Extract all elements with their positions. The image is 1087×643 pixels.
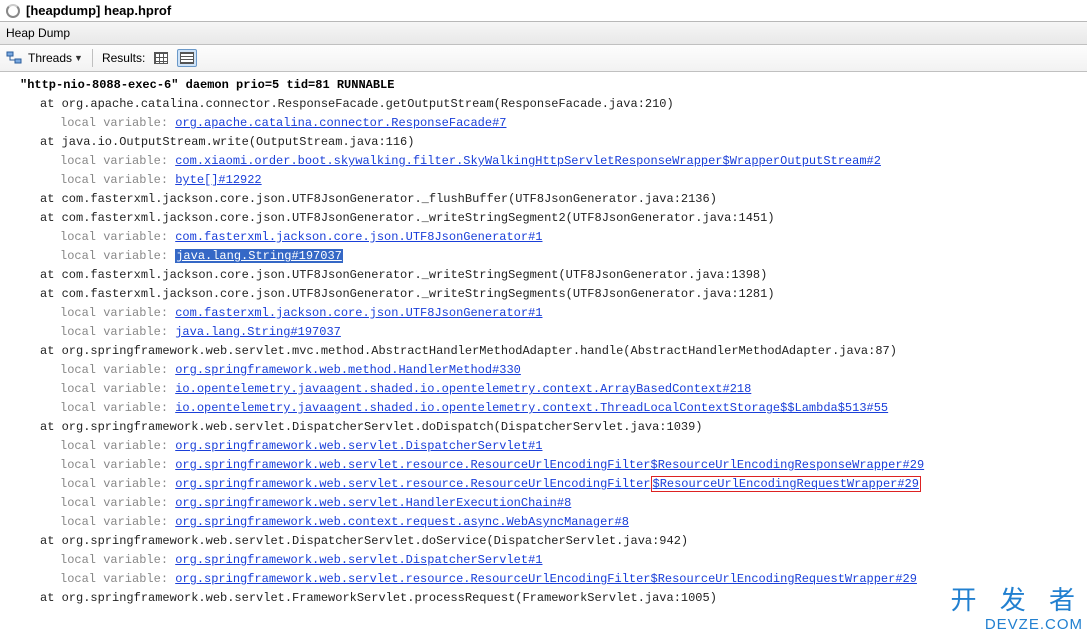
- local-variable: local variable: com.fasterxml.jackson.co…: [10, 304, 1077, 323]
- local-variable-label: local variable:: [60, 496, 175, 510]
- object-link[interactable]: java.lang.String#197037: [175, 325, 341, 339]
- threads-label: Threads: [28, 51, 72, 65]
- object-link[interactable]: org.springframework.web.servlet.resource…: [175, 458, 924, 472]
- local-variable-label: local variable:: [60, 401, 175, 415]
- heapdump-icon: [6, 4, 20, 18]
- local-variable: local variable: org.springframework.web.…: [10, 437, 1077, 456]
- results-label: Results:: [102, 51, 145, 65]
- local-variable: local variable: byte[]#12922: [10, 171, 1077, 190]
- local-variable: local variable: org.springframework.web.…: [10, 475, 1077, 494]
- local-variable-label: local variable:: [60, 363, 175, 377]
- local-variable: local variable: org.springframework.web.…: [10, 570, 1077, 589]
- object-link[interactable]: io.opentelemetry.javaagent.shaded.io.ope…: [175, 382, 751, 396]
- object-link[interactable]: org.springframework.web.context.request.…: [175, 515, 629, 529]
- local-variable: local variable: io.opentelemetry.javaage…: [10, 380, 1077, 399]
- object-link[interactable]: org.springframework.web.servlet.Dispatch…: [175, 553, 542, 567]
- stack-frame: at com.fasterxml.jackson.core.json.UTF8J…: [10, 190, 1077, 209]
- stack-trace-pane: "http-nio-8088-exec-6" daemon prio=5 tid…: [0, 72, 1087, 638]
- view-grid-button[interactable]: [151, 49, 171, 67]
- local-variable-label: local variable:: [60, 477, 175, 491]
- local-variable-label: local variable:: [60, 439, 175, 453]
- local-variable-label: local variable:: [60, 572, 175, 586]
- local-variable-label: local variable:: [60, 458, 175, 472]
- object-link[interactable]: org.springframework.web.servlet.resource…: [175, 477, 650, 491]
- local-variable-label: local variable:: [60, 249, 175, 263]
- local-variable-label: local variable:: [60, 306, 175, 320]
- object-link[interactable]: org.springframework.web.method.HandlerMe…: [175, 363, 521, 377]
- local-variable: local variable: org.springframework.web.…: [10, 361, 1077, 380]
- local-variable: local variable: java.lang.String#197037: [10, 247, 1077, 266]
- object-link-highlighted[interactable]: $ResourceUrlEncodingRequestWrapper#29: [651, 476, 921, 492]
- object-link-selected[interactable]: java.lang.String#197037: [175, 249, 343, 263]
- object-link[interactable]: org.springframework.web.servlet.resource…: [175, 572, 917, 586]
- object-link[interactable]: byte[]#12922: [175, 173, 261, 187]
- local-variable: local variable: com.fasterxml.jackson.co…: [10, 228, 1077, 247]
- local-variable-label: local variable:: [60, 116, 175, 130]
- object-link[interactable]: org.springframework.web.servlet.Dispatch…: [175, 439, 542, 453]
- local-variable-label: local variable:: [60, 325, 175, 339]
- local-variable-label: local variable:: [60, 173, 175, 187]
- tree-icon[interactable]: [6, 50, 22, 66]
- stack-frame: at org.apache.catalina.connector.Respons…: [10, 95, 1077, 114]
- tab-heapdump[interactable]: Heap Dump: [0, 22, 1087, 45]
- stack-frame: at org.springframework.web.servlet.Dispa…: [10, 532, 1077, 551]
- local-variable: local variable: com.xiaomi.order.boot.sk…: [10, 152, 1077, 171]
- local-variable-label: local variable:: [60, 382, 175, 396]
- object-link[interactable]: org.springframework.web.servlet.HandlerE…: [175, 496, 571, 510]
- local-variable: local variable: org.springframework.web.…: [10, 456, 1077, 475]
- local-variable: local variable: org.springframework.web.…: [10, 494, 1077, 513]
- separator: [92, 49, 93, 67]
- threads-dropdown[interactable]: Threads ▼: [28, 51, 83, 65]
- view-list-button[interactable]: [177, 49, 197, 67]
- local-variable-label: local variable:: [60, 553, 175, 567]
- stack-frame: at org.springframework.web.servlet.Dispa…: [10, 418, 1077, 437]
- local-variable: local variable: org.springframework.web.…: [10, 513, 1077, 532]
- stack-frame: at com.fasterxml.jackson.core.json.UTF8J…: [10, 285, 1077, 304]
- grid-icon: [154, 52, 168, 64]
- local-variable-label: local variable:: [60, 515, 175, 529]
- stack-frame: at org.springframework.web.servlet.mvc.m…: [10, 342, 1077, 361]
- local-variable: local variable: io.opentelemetry.javaage…: [10, 399, 1077, 418]
- thread-header: "http-nio-8088-exec-6" daemon prio=5 tid…: [10, 76, 1077, 95]
- local-variable: local variable: org.springframework.web.…: [10, 551, 1077, 570]
- object-link[interactable]: io.opentelemetry.javaagent.shaded.io.ope…: [175, 401, 888, 415]
- object-link[interactable]: com.xiaomi.order.boot.skywalking.filter.…: [175, 154, 881, 168]
- window-title: [heapdump] heap.hprof: [26, 3, 171, 18]
- local-variable-label: local variable:: [60, 230, 175, 244]
- object-link[interactable]: com.fasterxml.jackson.core.json.UTF8Json…: [175, 306, 542, 320]
- stack-frame: at org.springframework.web.servlet.Frame…: [10, 589, 1077, 608]
- object-link[interactable]: org.apache.catalina.connector.ResponseFa…: [175, 116, 506, 130]
- local-variable: local variable: org.apache.catalina.conn…: [10, 114, 1077, 133]
- list-icon: [180, 52, 194, 64]
- toolbar: Threads ▼ Results:: [0, 45, 1087, 72]
- title-bar: [heapdump] heap.hprof: [0, 0, 1087, 22]
- local-variable: local variable: java.lang.String#197037: [10, 323, 1077, 342]
- object-link[interactable]: com.fasterxml.jackson.core.json.UTF8Json…: [175, 230, 542, 244]
- stack-frame: at java.io.OutputStream.write(OutputStre…: [10, 133, 1077, 152]
- chevron-down-icon: ▼: [74, 53, 83, 63]
- stack-frame: at com.fasterxml.jackson.core.json.UTF8J…: [10, 209, 1077, 228]
- stack-frame: at com.fasterxml.jackson.core.json.UTF8J…: [10, 266, 1077, 285]
- local-variable-label: local variable:: [60, 154, 175, 168]
